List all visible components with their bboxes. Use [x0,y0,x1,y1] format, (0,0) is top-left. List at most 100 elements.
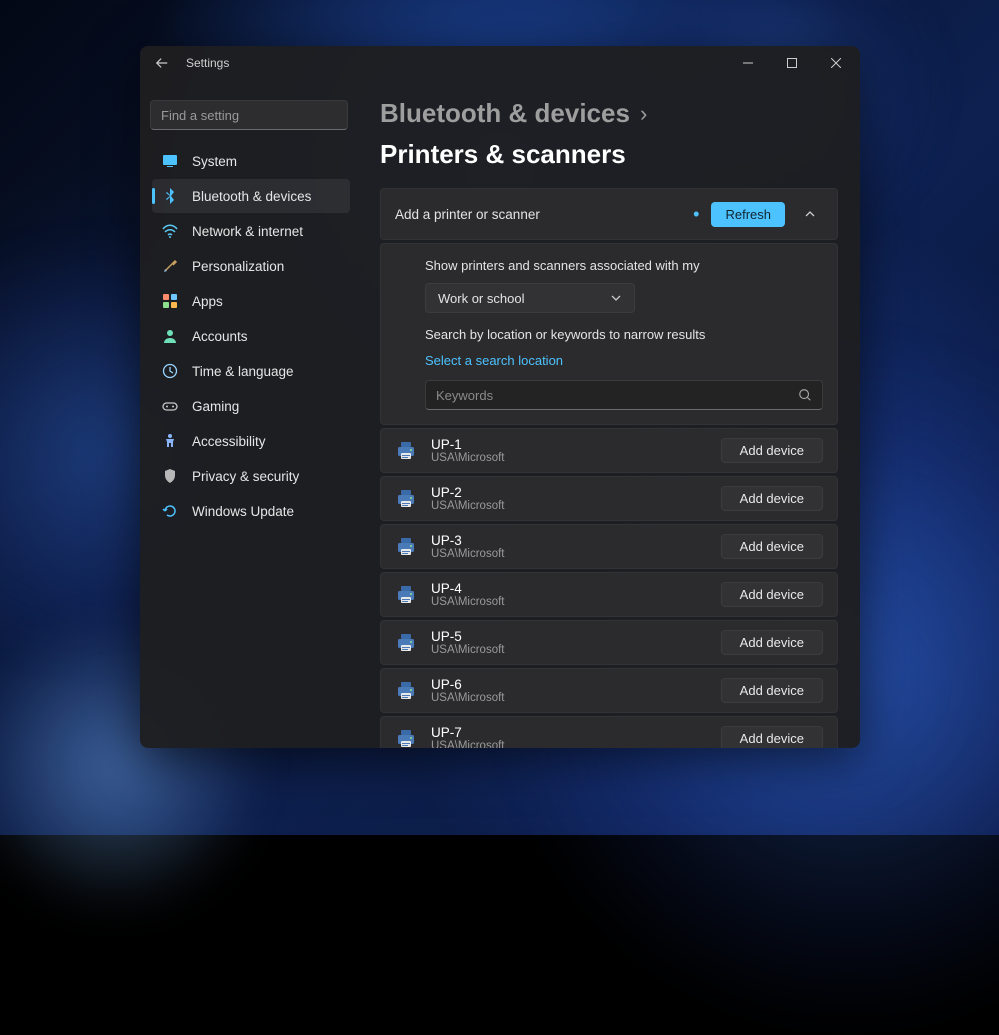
nav-icon [162,188,178,204]
device-row: UP-3USA\Microsoft Add device [380,524,838,569]
printer-icon [395,680,417,702]
sidebar-item-label: System [192,154,237,169]
device-row: UP-2USA\Microsoft Add device [380,476,838,521]
keywords-input-field[interactable] [436,388,798,403]
printer-icon [395,536,417,558]
status-dot-icon: • [693,205,699,223]
device-info: UP-3USA\Microsoft [431,533,707,560]
search-input-field[interactable] [161,108,337,123]
device-row: UP-4USA\Microsoft Add device [380,572,838,617]
sidebar: System Bluetooth & devices Network & inter… [140,80,358,748]
device-location: USA\Microsoft [431,452,707,464]
device-row: UP-1USA\Microsoft Add device [380,428,838,473]
chevron-down-icon [610,292,622,304]
nav-icon [162,468,178,484]
device-location: USA\Microsoft [431,644,707,656]
sidebar-item-label: Apps [192,294,223,309]
add-printer-card: Add a printer or scanner • Refresh [380,188,838,240]
printer-icon [395,488,417,510]
sidebar-item-label: Personalization [192,259,284,274]
search-hint-label: Search by location or keywords to narrow… [425,327,823,342]
device-name: UP-2 [431,485,707,500]
sidebar-item-apps[interactable]: Apps [152,284,350,318]
add-device-button[interactable]: Add device [721,438,823,463]
device-name: UP-7 [431,725,707,740]
search-input[interactable] [150,100,348,130]
nav-icon [162,153,178,169]
nav-icon [162,363,178,379]
chevron-up-icon [804,208,816,220]
scope-dropdown[interactable]: Work or school [425,283,635,313]
sidebar-item-bluetooth-devices[interactable]: Bluetooth & devices [152,179,350,213]
page-title: Printers & scanners [380,139,626,170]
search-icon [798,388,812,402]
nav-icon [162,258,178,274]
sidebar-item-label: Privacy & security [192,469,299,484]
sidebar-item-system[interactable]: System [152,144,350,178]
sidebar-item-accounts[interactable]: Accounts [152,319,350,353]
sidebar-item-label: Time & language [192,364,294,379]
device-info: UP-6USA\Microsoft [431,677,707,704]
show-printers-label: Show printers and scanners associated wi… [425,258,823,273]
sidebar-item-accessibility[interactable]: Accessibility [152,424,350,458]
nav-icon [162,398,178,414]
select-location-link[interactable]: Select a search location [425,353,563,368]
breadcrumb-separator-icon: › [640,101,647,127]
breadcrumb: Bluetooth & devices › Printers & scanner… [380,98,838,170]
device-row: UP-5USA\Microsoft Add device [380,620,838,665]
minimize-icon [743,58,753,68]
sidebar-item-personalization[interactable]: Personalization [152,249,350,283]
device-location: USA\Microsoft [431,596,707,608]
collapse-button[interactable] [797,201,823,227]
printer-icon [395,632,417,654]
add-device-button[interactable]: Add device [721,630,823,655]
close-icon [831,58,841,68]
add-device-button[interactable]: Add device [721,726,823,748]
device-name: UP-6 [431,677,707,692]
device-location: USA\Microsoft [431,740,707,748]
add-device-button[interactable]: Add device [721,486,823,511]
close-button[interactable] [814,48,858,78]
device-info: UP-4USA\Microsoft [431,581,707,608]
printer-icon [395,728,417,749]
maximize-icon [787,58,797,68]
keywords-input[interactable] [425,380,823,410]
add-device-button[interactable]: Add device [721,534,823,559]
device-info: UP-7USA\Microsoft [431,725,707,748]
sidebar-item-label: Gaming [192,399,239,414]
printer-icon [395,440,417,462]
sidebar-item-windows-update[interactable]: Windows Update [152,494,350,528]
sidebar-item-gaming[interactable]: Gaming [152,389,350,423]
main-content: Bluetooth & devices › Printers & scanner… [358,80,860,748]
maximize-button[interactable] [770,48,814,78]
sidebar-item-label: Windows Update [192,504,294,519]
back-arrow-icon [155,56,169,70]
window-title: Settings [186,56,229,70]
device-name: UP-5 [431,629,707,644]
breadcrumb-parent[interactable]: Bluetooth & devices [380,98,630,129]
sidebar-item-time-language[interactable]: Time & language [152,354,350,388]
nav-icon [162,293,178,309]
add-printer-label: Add a printer or scanner [395,207,681,222]
add-device-button[interactable]: Add device [721,582,823,607]
back-button[interactable] [150,51,174,75]
nav-icon [162,328,178,344]
titlebar: Settings [140,46,860,80]
sidebar-item-label: Network & internet [192,224,303,239]
device-info: UP-1USA\Microsoft [431,437,707,464]
sidebar-item-label: Accounts [192,329,248,344]
nav-icon [162,223,178,239]
device-row: UP-7USA\Microsoft Add device [380,716,838,748]
sidebar-item-privacy-security[interactable]: Privacy & security [152,459,350,493]
sidebar-item-network-internet[interactable]: Network & internet [152,214,350,248]
device-location: USA\Microsoft [431,548,707,560]
sidebar-item-label: Accessibility [192,434,266,449]
refresh-button[interactable]: Refresh [711,202,785,227]
minimize-button[interactable] [726,48,770,78]
settings-window: Settings System Bluetooth & devices Networ… [140,46,860,748]
device-location: USA\Microsoft [431,692,707,704]
add-device-button[interactable]: Add device [721,678,823,703]
nav-icon [162,433,178,449]
device-location: USA\Microsoft [431,500,707,512]
device-info: UP-5USA\Microsoft [431,629,707,656]
